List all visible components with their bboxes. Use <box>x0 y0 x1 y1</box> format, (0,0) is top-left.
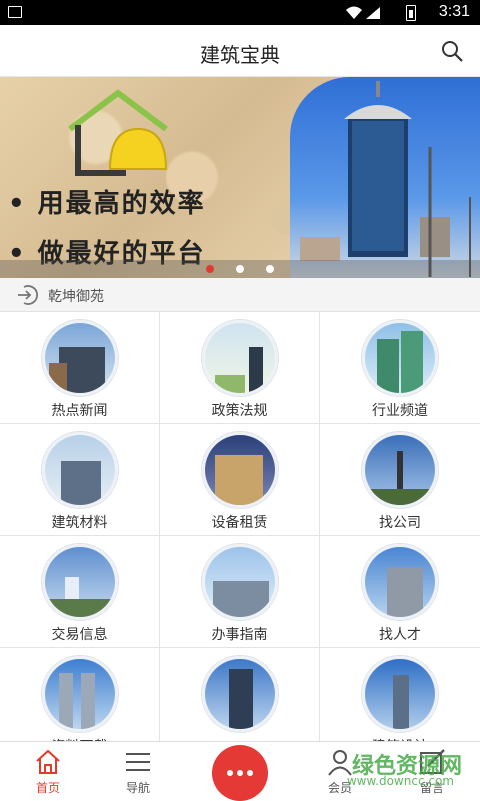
carousel-dot[interactable] <box>266 265 274 273</box>
more-dots-icon <box>227 770 233 776</box>
carousel-dot[interactable] <box>206 265 214 273</box>
industry-icon <box>362 320 438 396</box>
home-icon <box>36 749 60 774</box>
more-dot <box>247 770 253 776</box>
talent-icon <box>362 544 438 620</box>
more-dot <box>237 770 243 776</box>
carousel-dot[interactable] <box>236 265 244 273</box>
grid-item-label: 政策法规 <box>211 403 268 419</box>
section-header[interactable]: 乾坤御苑 <box>0 278 480 312</box>
battery-icon <box>406 5 416 21</box>
tower-icon <box>202 656 278 732</box>
banner-slogan-1: • 用最高的效率 <box>8 189 206 219</box>
app-bar: 建筑宝典 <box>0 25 480 77</box>
grid-item[interactable]: 建筑材料 <box>0 424 160 536</box>
status-bar: 3:31 <box>0 0 480 25</box>
company-icon <box>362 432 438 508</box>
house-helmet-logo <box>68 89 168 176</box>
tab-navigation[interactable]: 导航 <box>90 742 186 801</box>
grid-item-label: 交易信息 <box>51 627 108 643</box>
image-notification-icon <box>8 6 22 18</box>
login-arrow-icon <box>18 285 38 305</box>
carousel-dots <box>0 263 480 277</box>
download-icon <box>42 656 118 732</box>
grid-item[interactable]: 行业频道 <box>320 312 480 424</box>
grid-item-label: 找人才 <box>379 627 421 643</box>
watermark-url: www.downcc.com <box>346 774 454 788</box>
status-time: 3:31 <box>438 3 470 20</box>
guide-icon <box>202 544 278 620</box>
grid-item-label: 行业频道 <box>372 403 428 419</box>
page-title: 建筑宝典 <box>200 45 280 67</box>
grid-item[interactable]: 办事指南 <box>160 536 320 648</box>
grid-item[interactable]: 热点新闻 <box>0 312 160 424</box>
grid-item[interactable]: 设备租赁 <box>160 424 320 536</box>
equipment-icon <box>202 432 278 508</box>
grid-item-label: 找公司 <box>379 515 421 531</box>
design-icon <box>362 656 438 732</box>
tab-label: 首页 <box>35 781 60 795</box>
grid-item[interactable]: 交易信息 <box>0 536 160 648</box>
wifi-icon <box>346 6 380 19</box>
trade-icon <box>42 544 118 620</box>
more-button[interactable] <box>212 745 268 801</box>
news-building-icon <box>42 320 118 396</box>
grid-item-label: 热点新闻 <box>51 403 108 419</box>
grid-item-label: 设备租赁 <box>211 515 268 531</box>
grid-item[interactable]: 政策法规 <box>160 312 320 424</box>
grid-item-label: 建筑材料 <box>51 515 108 531</box>
user-icon <box>328 750 352 776</box>
banner-carousel[interactable]: • 用最高的效率 • 做最好的平台 <box>0 77 480 278</box>
policy-icon <box>202 320 278 396</box>
menu-icon <box>126 753 150 771</box>
section-label: 乾坤御苑 <box>48 289 104 305</box>
grid-item[interactable]: 找公司 <box>320 424 480 536</box>
banner-skyline-image <box>290 77 480 278</box>
grid-item-label: 办事指南 <box>211 627 268 643</box>
grid-item[interactable]: 找人才 <box>320 536 480 648</box>
tab-home[interactable]: 首页 <box>0 742 96 801</box>
tab-label: 导航 <box>125 781 150 795</box>
search-icon[interactable] <box>440 39 464 63</box>
materials-icon <box>42 432 118 508</box>
